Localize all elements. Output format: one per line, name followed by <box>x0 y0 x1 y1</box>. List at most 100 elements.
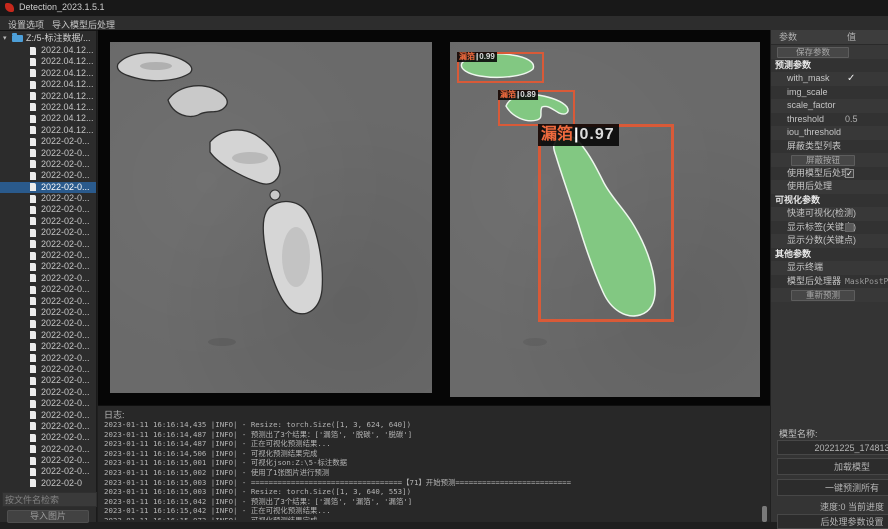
file-name: 2022.04.12... <box>41 68 94 79</box>
tree-file-item[interactable]: 2022-02-0... <box>0 421 96 432</box>
param-row-item: 模型后处理器MaskPostPro <box>771 275 888 289</box>
tree-file-item[interactable]: 2022-02-0... <box>0 353 96 364</box>
tree-file-item[interactable]: 2022-02-0... <box>0 204 96 215</box>
tree-file-item[interactable]: 2022-02-0... <box>0 148 96 159</box>
file-name: 2022.04.12... <box>41 45 94 56</box>
param-button[interactable]: 重新预测 <box>791 290 855 301</box>
tree-file-item[interactable]: 2022.04.12... <box>0 45 96 56</box>
tree-file-item[interactable]: 2022-02-0... <box>0 330 96 341</box>
param-row-group: 预测参数 <box>771 59 888 73</box>
tree-file-item[interactable]: 2022.04.12... <box>0 102 96 113</box>
tree-file-item[interactable]: 2022.04.12... <box>0 91 96 102</box>
file-icon <box>30 354 36 362</box>
model-name-value[interactable]: 20221225_174813 <box>777 440 888 455</box>
load-model-button[interactable]: 加载模型 <box>777 458 888 475</box>
tree-file-item[interactable]: 2022-02-0... <box>0 136 96 147</box>
predict-all-button[interactable]: 一键预测所有 <box>777 479 888 496</box>
file-tree-sidebar: ▾ Z:/5-标注数据/... 2022.04.12...2022.04.12.… <box>0 31 97 522</box>
tree-file-item[interactable]: 2022-02-0... <box>0 239 96 250</box>
label-separator: | <box>517 90 519 99</box>
file-icon <box>30 457 36 465</box>
file-icon <box>30 69 36 77</box>
param-group-label: 其他参数 <box>775 248 811 262</box>
tree-root-folder[interactable]: ▾ Z:/5-标注数据/... <box>0 32 96 45</box>
detection-label: 漏箔|0.89 <box>498 90 538 100</box>
title-bar: Detection_2023.1.5.1 <box>0 0 888 16</box>
file-icon <box>30 115 36 123</box>
tree-file-item[interactable]: 2022.04.12... <box>0 56 96 67</box>
file-name: 2022-02-0... <box>41 398 90 409</box>
param-row-item: 使用后处理 <box>771 180 888 194</box>
import-images-button[interactable]: 导入图片 <box>7 510 89 523</box>
param-button[interactable]: 保存参数 <box>777 47 849 58</box>
tree-file-item[interactable]: 2022-02-0... <box>0 261 96 272</box>
log-line: 2023-01-11 16:16:15,003 |INFO| - =======… <box>104 478 758 488</box>
tree-file-item[interactable]: 2022.04.12... <box>0 79 96 90</box>
confidence-score: 0.89 <box>520 90 536 99</box>
menu-settings[interactable]: 设置选项 <box>4 17 48 32</box>
param-row-item: iou_threshold <box>771 126 888 140</box>
file-icon <box>30 434 36 442</box>
tree-file-item[interactable]: 2022-02-0... <box>0 193 96 204</box>
tree-file-item[interactable]: 2022-02-0 <box>0 478 96 489</box>
file-icon <box>30 411 36 419</box>
tree-file-item[interactable]: 2022-02-0... <box>0 307 96 318</box>
file-name: 2022-02-0... <box>41 375 90 386</box>
tree-file-item[interactable]: 2022-02-0... <box>0 182 96 193</box>
param-row-item: 显示标签(关键点) <box>771 221 888 235</box>
tree-file-item[interactable]: 2022-02-0... <box>0 387 96 398</box>
file-icon <box>30 365 36 373</box>
tree-file-item[interactable]: 2022-02-0... <box>0 410 96 421</box>
checkmark-icon[interactable]: ✓ <box>847 72 855 86</box>
image-panel-predictions[interactable]: 漏箔|0.99 漏箔|0.89 漏箔|0.97 <box>450 42 760 397</box>
tree-file-item[interactable]: 2022-02-0... <box>0 250 96 261</box>
detection-box: 漏箔|0.99 <box>457 52 544 83</box>
image-viewer: 漏箔|0.99 漏箔|0.89 漏箔|0.97 <box>98 30 770 405</box>
file-icon <box>30 286 36 294</box>
file-name: 2022-02-0... <box>41 261 90 272</box>
log-line: 2023-01-11 16:16:15,042 |INFO| - 正在可视化预测… <box>104 506 758 516</box>
tree-file-item[interactable]: 2022-02-0... <box>0 284 96 295</box>
file-name: 2022-02-0... <box>41 170 90 181</box>
app-logo-icon <box>5 3 14 12</box>
file-name: 2022-02-0... <box>41 410 90 421</box>
log-line: 2023-01-11 16:16:15,001 |INFO| - 可视化json… <box>104 458 758 468</box>
file-name: 2022-02-0... <box>41 421 90 432</box>
tree-file-item[interactable]: 2022-02-0... <box>0 432 96 443</box>
tree-file-item[interactable]: 2022-02-0... <box>0 159 96 170</box>
param-label: img_scale <box>787 86 828 100</box>
tree-file-item[interactable]: 2022.04.12... <box>0 68 96 79</box>
file-icon <box>30 126 36 134</box>
defect-photo-shapes <box>110 42 432 393</box>
tree-file-item[interactable]: 2022-02-0... <box>0 216 96 227</box>
tree-file-item[interactable]: 2022-02-0... <box>0 296 96 307</box>
file-icon <box>30 217 36 225</box>
log-line: 2023-01-11 16:16:15,002 |INFO| - 使用了1张图片… <box>104 468 758 478</box>
tree-file-item[interactable]: 2022-02-0... <box>0 398 96 409</box>
file-name: 2022-02-0... <box>41 364 90 375</box>
param-label: iou_threshold <box>787 126 841 140</box>
search-input[interactable] <box>2 492 97 507</box>
tree-file-item[interactable]: 2022.04.12... <box>0 113 96 124</box>
scrollbar-thumb[interactable] <box>762 506 767 522</box>
tree-file-item[interactable]: 2022-02-0... <box>0 227 96 238</box>
tree-file-item[interactable]: 2022-02-0... <box>0 375 96 386</box>
checkbox[interactable] <box>845 223 854 232</box>
param-button[interactable]: 屏蔽按钮 <box>791 155 855 166</box>
tree-file-item[interactable]: 2022-02-0... <box>0 341 96 352</box>
param-label: with_mask <box>787 72 830 86</box>
tree-file-item[interactable]: 2022-02-0... <box>0 170 96 181</box>
log-line: 2023-01-11 16:16:14,435 |INFO| - Resize:… <box>104 420 758 430</box>
class-name: 漏箔 <box>500 90 516 99</box>
tree-file-item[interactable]: 2022-02-0... <box>0 455 96 466</box>
tree-file-item[interactable]: 2022-02-0... <box>0 364 96 375</box>
tree-file-item[interactable]: 2022-02-0... <box>0 318 96 329</box>
tree-file-item[interactable]: 2022-02-0... <box>0 444 96 455</box>
tree-file-item[interactable]: 2022.04.12... <box>0 125 96 136</box>
checkbox[interactable]: ✓ <box>845 169 854 178</box>
tree-file-item[interactable]: 2022-02-0... <box>0 466 96 477</box>
param-label: scale_factor <box>787 99 836 113</box>
image-panel-original[interactable] <box>110 42 432 393</box>
tree-file-item[interactable]: 2022-02-0... <box>0 273 96 284</box>
file-icon <box>30 252 36 260</box>
